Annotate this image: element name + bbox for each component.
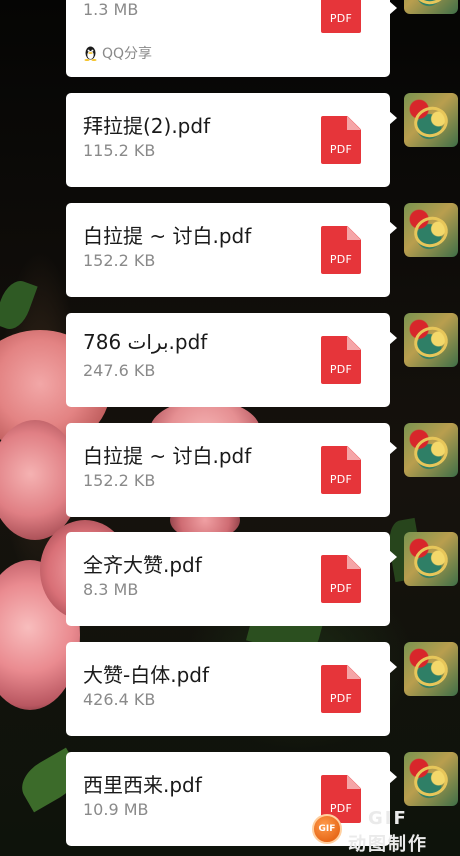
file-message-bubble[interactable]: 拜拉提(2).pdf 115.2 KB PDF [66, 93, 397, 187]
pdf-file-icon: PDF [321, 116, 361, 164]
pdf-icon-label: PDF [329, 253, 353, 266]
file-message-bubble[interactable]: 大赞-白体.pdf 426.4 KB PDF [66, 642, 397, 736]
user-avatar[interactable] [404, 203, 458, 257]
file-message-bubble[interactable]: برات 786.pdf 247.6 KB PDF [66, 313, 397, 407]
pdf-icon-label: PDF [329, 473, 353, 486]
file-message-bubble[interactable]: 白拉提 ~ 讨白.pdf 152.2 KB PDF [66, 203, 397, 297]
file-size: 8.3 MB [83, 580, 139, 599]
file-size: 1.3 MB [83, 0, 139, 19]
watermark-brand: GIF [368, 808, 408, 829]
user-avatar[interactable] [404, 313, 458, 367]
pdf-icon-label: PDF [329, 12, 353, 25]
file-name: برات 786.pdf [83, 330, 208, 354]
user-avatar[interactable] [404, 642, 458, 696]
watermark-brand-cn: 动图制作 [348, 834, 428, 855]
pdf-icon-label: PDF [329, 582, 353, 595]
file-message[interactable]: 大赞-白体.pdf 426.4 KB PDF [66, 642, 397, 736]
pdf-file-icon: PDF [321, 336, 361, 384]
file-message[interactable]: 拜拉提(2).pdf 115.2 KB PDF [66, 93, 397, 187]
file-size: 10.9 MB [83, 800, 149, 819]
file-name: 大赞-白体.pdf [83, 663, 210, 687]
pdf-file-icon: PDF [321, 446, 361, 494]
file-name: 白拉提 ~ 讨白.pdf [83, 224, 252, 248]
gif-badge-icon: GIF [312, 814, 342, 844]
file-size: 152.2 KB [83, 251, 156, 270]
file-message[interactable]: 全齐大赞.pdf 8.3 MB PDF [66, 532, 397, 626]
file-message[interactable]: برات 786.pdf 247.6 KB PDF [66, 313, 397, 407]
file-message[interactable]: 白拉提 ~ 讨白.pdf 152.2 KB PDF [66, 203, 397, 297]
file-name: 全齐大赞.pdf [83, 553, 202, 577]
file-message-bubble[interactable]: 1.3 MB PDF QQ分享 [66, 0, 397, 77]
pdf-icon-label: PDF [329, 143, 353, 156]
share-source[interactable]: QQ分享 [83, 43, 152, 63]
file-message-bubble[interactable]: 全齐大赞.pdf 8.3 MB PDF [66, 532, 397, 626]
gif-badge-text: GIF [318, 824, 336, 834]
file-size: 115.2 KB [83, 141, 156, 160]
pdf-file-icon: PDF [321, 555, 361, 603]
user-avatar[interactable] [404, 423, 458, 477]
user-avatar[interactable] [404, 0, 458, 14]
share-source-label: QQ分享 [102, 46, 153, 62]
pdf-icon-label: PDF [329, 363, 353, 376]
qq-penguin-icon [84, 46, 97, 61]
file-size: 152.2 KB [83, 471, 156, 490]
file-message[interactable]: 白拉提 ~ 讨白.pdf 152.2 KB PDF [66, 423, 397, 517]
file-message-bubble[interactable]: 白拉提 ~ 讨白.pdf 152.2 KB PDF [66, 423, 397, 517]
pdf-file-icon: PDF [321, 665, 361, 713]
file-message[interactable]: 1.3 MB PDF QQ分享 [66, 0, 397, 77]
user-avatar[interactable] [404, 532, 458, 586]
pdf-file-icon: PDF [321, 226, 361, 274]
pdf-file-icon: PDF [321, 0, 361, 33]
user-avatar[interactable] [404, 93, 458, 147]
file-size: 247.6 KB [83, 361, 156, 380]
user-avatar[interactable] [404, 752, 458, 806]
file-name: 拜拉提(2).pdf [83, 114, 211, 138]
file-name: 西里西来.pdf [83, 773, 202, 797]
file-size: 426.4 KB [83, 690, 156, 709]
gif-watermark: GIF GIF 动图制作 [312, 806, 460, 856]
pdf-icon-label: PDF [329, 692, 353, 705]
file-name: 白拉提 ~ 讨白.pdf [83, 444, 252, 468]
